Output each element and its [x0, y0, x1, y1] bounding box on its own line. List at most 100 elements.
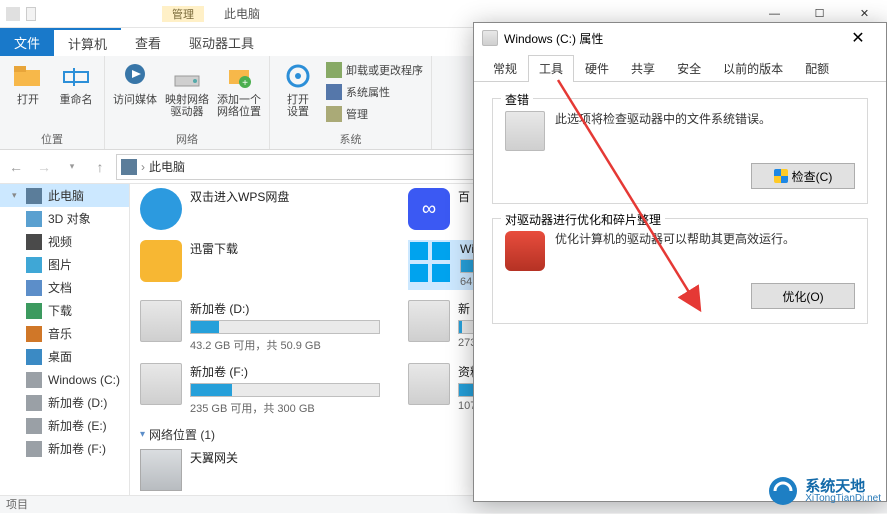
dialog-title: Windows (C:) 属性	[504, 30, 603, 47]
nav-drive-f[interactable]: 新加卷 (F:)	[0, 437, 129, 460]
tab-drive-tools[interactable]: 驱动器工具	[175, 28, 268, 56]
ribbon-group-label: 系统	[278, 131, 423, 147]
contextual-tab-header: 管理	[162, 6, 204, 22]
recent-locations-button[interactable]: ▾	[60, 155, 84, 179]
error-checking-group: 查错 此选项将检查驱动器中的文件系统错误。 检查(C)	[492, 98, 868, 204]
dialog-tabs: 常规 工具 硬件 共享 安全 以前的版本 配额	[474, 53, 886, 82]
defrag-icon	[505, 231, 545, 271]
nav-drive-c[interactable]: Windows (C:)	[0, 368, 129, 391]
tab-previous-versions[interactable]: 以前的版本	[712, 55, 794, 81]
contextual-tab-label: 管理	[172, 6, 194, 22]
map-drive-button[interactable]: 映射网络 驱动器	[165, 60, 209, 118]
group-description: 此选项将检查驱动器中的文件系统错误。	[555, 111, 855, 128]
drive-icon	[26, 372, 42, 388]
breadcrumb[interactable]: 此电脑	[149, 158, 185, 175]
nav-documents[interactable]: 文档	[0, 276, 129, 299]
back-button[interactable]: ←	[4, 155, 28, 179]
tab-quota[interactable]: 配额	[794, 55, 840, 81]
drive-icon	[408, 300, 450, 342]
tab-hardware[interactable]: 硬件	[574, 55, 620, 81]
tile-drive-f[interactable]: 新加卷 (F:) 235 GB 可用，共 300 GB	[140, 363, 380, 416]
navigation-pane: ▾此电脑 3D 对象 视频 图片 文档 下载 音乐 桌面 Windows (C:…	[0, 184, 130, 495]
settings-icon	[282, 60, 314, 92]
tab-security[interactable]: 安全	[666, 55, 712, 81]
pictures-icon	[26, 257, 42, 273]
3d-objects-icon	[26, 211, 42, 227]
uninstall-programs-button[interactable]: 卸载或更改程序	[326, 60, 423, 80]
gateway-icon	[140, 449, 182, 491]
xunlei-icon	[140, 240, 182, 282]
group-legend: 查错	[501, 91, 533, 108]
drive-icon	[26, 441, 42, 457]
tile-xunlei[interactable]: 迅雷下载	[140, 240, 380, 290]
pc-icon	[121, 159, 137, 175]
rename-icon	[60, 60, 92, 92]
tab-tools[interactable]: 工具	[528, 55, 574, 82]
properties-dialog: Windows (C:) 属性 ✕ 常规 工具 硬件 共享 安全 以前的版本 配…	[473, 22, 887, 502]
tab-sharing[interactable]: 共享	[620, 55, 666, 81]
ribbon-group-location: 打开 重命名 位置	[0, 56, 105, 149]
documents-icon	[26, 280, 42, 296]
qat-icon[interactable]	[6, 7, 20, 21]
shield-icon	[774, 169, 788, 183]
drive-icon	[408, 363, 450, 405]
drive-icon	[26, 418, 42, 434]
drive-icon	[26, 395, 42, 411]
manage-icon	[326, 106, 342, 122]
folder-open-icon	[12, 60, 44, 92]
dialog-titlebar[interactable]: Windows (C:) 属性 ✕	[474, 23, 886, 53]
ribbon-group-network: 访问媒体 映射网络 驱动器 + 添加一个 网络位置 网络	[105, 56, 270, 149]
optimize-button[interactable]: 优化(O)	[751, 283, 855, 309]
desktop-icon	[26, 349, 42, 365]
baidu-icon: ∞	[408, 188, 450, 230]
qat-dropdown[interactable]	[26, 7, 36, 21]
pc-icon	[26, 188, 42, 204]
tile-drive-d[interactable]: 新加卷 (D:) 43.2 GB 可用，共 50.9 GB	[140, 300, 380, 353]
nav-drive-d[interactable]: 新加卷 (D:)	[0, 391, 129, 414]
nav-this-pc[interactable]: ▾此电脑	[0, 184, 129, 207]
add-network-location-button[interactable]: + 添加一个 网络位置	[217, 60, 261, 118]
dialog-close-button[interactable]: ✕	[838, 28, 878, 48]
group-description: 优化计算机的驱动器可以帮助其更高效运行。	[555, 231, 855, 248]
sysprops-icon	[326, 84, 342, 100]
ribbon-group-label: 网络	[113, 131, 261, 147]
map-drive-icon	[171, 60, 203, 92]
dialog-body: 查错 此选项将检查驱动器中的文件系统错误。 检查(C) 对驱动器进行优化和碎片整…	[474, 82, 886, 354]
tab-computer[interactable]: 计算机	[54, 28, 121, 56]
svg-text:+: +	[242, 78, 248, 89]
nav-drive-e[interactable]: 新加卷 (E:)	[0, 414, 129, 437]
system-properties-button[interactable]: 系统属性	[326, 82, 423, 102]
drive-icon	[140, 300, 182, 342]
drive-icon	[482, 30, 498, 46]
nav-pictures[interactable]: 图片	[0, 253, 129, 276]
tab-file[interactable]: 文件	[0, 28, 54, 56]
tile-wps[interactable]: 双击进入WPS网盘	[140, 188, 380, 230]
tab-view[interactable]: 查看	[121, 28, 175, 56]
check-button[interactable]: 检查(C)	[751, 163, 855, 189]
nav-downloads[interactable]: 下载	[0, 299, 129, 322]
quick-access-toolbar	[0, 7, 42, 21]
forward-button[interactable]: →	[32, 155, 56, 179]
nav-videos[interactable]: 视频	[0, 230, 129, 253]
usage-bar	[190, 320, 380, 334]
nav-music[interactable]: 音乐	[0, 322, 129, 345]
access-media-button[interactable]: 访问媒体	[113, 60, 157, 106]
open-settings-button[interactable]: 打开 设置	[278, 60, 318, 118]
window-title: 此电脑	[224, 5, 260, 22]
watermark-title: 系统天地	[805, 479, 881, 494]
nav-desktop[interactable]: 桌面	[0, 345, 129, 368]
ribbon-group-system: 打开 设置 卸载或更改程序 系统属性 管理 系统	[270, 56, 432, 149]
drive-icon	[505, 111, 545, 151]
downloads-icon	[26, 303, 42, 319]
manage-button[interactable]: 管理	[326, 104, 423, 124]
up-button[interactable]: ↑	[88, 155, 112, 179]
nav-3d-objects[interactable]: 3D 对象	[0, 207, 129, 230]
watermark: 系统天地 XiTongTianDi.net	[767, 475, 881, 507]
tab-general[interactable]: 常规	[482, 55, 528, 81]
windows-drive-icon	[410, 242, 452, 284]
open-button[interactable]: 打开	[8, 60, 48, 106]
ribbon-group-label: 位置	[8, 131, 96, 147]
rename-button[interactable]: 重命名	[56, 60, 96, 106]
tile-tianyi-gateway[interactable]: 天翼网关	[140, 449, 380, 491]
wps-icon	[140, 188, 182, 230]
